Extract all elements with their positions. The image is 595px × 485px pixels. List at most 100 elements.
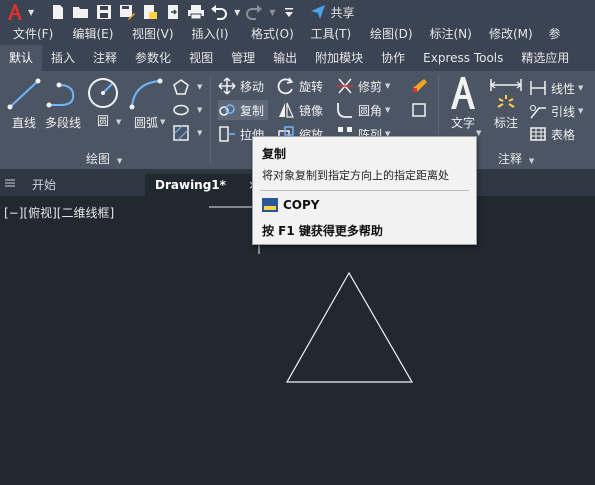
save-icon[interactable] bbox=[94, 2, 114, 22]
command-line-icon bbox=[262, 198, 278, 212]
autocad-logo-icon[interactable] bbox=[4, 2, 26, 22]
new-file-icon[interactable] bbox=[48, 2, 68, 22]
quick-access-toolbar: ▼ ▼ ▼ 共享 bbox=[0, 0, 595, 24]
draw-panel-title[interactable]: 绘图 ▼ bbox=[86, 151, 122, 167]
trim-icon bbox=[337, 78, 353, 94]
menu-format[interactable]: 格式(O) bbox=[238, 24, 298, 45]
customize-dropdown-icon[interactable] bbox=[279, 2, 299, 22]
tab-start[interactable]: 开始 bbox=[32, 174, 56, 196]
ribbon-tab-insert[interactable]: 插入 bbox=[42, 45, 84, 71]
ribbon-tab-view[interactable]: 视图 bbox=[180, 45, 222, 71]
open-folder-icon[interactable] bbox=[71, 2, 91, 22]
tab-drawing1[interactable]: Drawing1* × bbox=[145, 174, 269, 196]
menu-insert[interactable]: 插入(I) bbox=[179, 24, 239, 45]
menu-edit[interactable]: 编辑(E) bbox=[60, 24, 120, 45]
save-as-icon[interactable] bbox=[117, 2, 137, 22]
dimension-button[interactable]: 标注 bbox=[488, 77, 524, 131]
application-menu-dropdown-icon[interactable]: ▼ bbox=[28, 8, 34, 17]
arc-icon bbox=[129, 78, 163, 110]
leader-icon bbox=[530, 105, 546, 119]
share-button[interactable]: 共享 bbox=[310, 4, 354, 21]
menu-modify[interactable]: 修改(M) bbox=[476, 24, 536, 45]
menu-dimension[interactable]: 标注(N) bbox=[417, 24, 477, 45]
ribbon-tab-addins[interactable]: 附加模块 bbox=[306, 45, 372, 71]
ribbon-tab-home[interactable]: 默认 bbox=[0, 45, 43, 71]
trim-button[interactable]: 修剪 ▼ bbox=[336, 76, 390, 96]
polygon-dropdown-icon[interactable]: ▼ bbox=[197, 83, 202, 91]
redo-icon[interactable] bbox=[244, 2, 264, 22]
circle-icon bbox=[88, 78, 118, 108]
linear-dropdown-icon[interactable]: ▼ bbox=[578, 84, 583, 92]
menu-tools[interactable]: 工具(T) bbox=[298, 24, 358, 45]
menu-file[interactable]: 文件(F) bbox=[0, 24, 60, 45]
trim-dropdown-icon[interactable]: ▼ bbox=[385, 82, 390, 90]
linear-dimension-icon bbox=[530, 81, 546, 95]
leader-button[interactable]: 引线 ▼ bbox=[529, 101, 583, 121]
fillet-dropdown-icon[interactable]: ▼ bbox=[385, 106, 390, 114]
arc-dropdown-icon[interactable]: ▼ bbox=[160, 118, 165, 126]
export-icon[interactable] bbox=[163, 2, 183, 22]
undo-dropdown-icon[interactable]: ▼ bbox=[234, 8, 240, 17]
ellipse-dropdown-icon[interactable]: ▼ bbox=[197, 106, 202, 114]
explode-button[interactable] bbox=[410, 100, 432, 120]
rotate-icon bbox=[277, 77, 294, 95]
mirror-button[interactable]: 镜像 bbox=[277, 100, 323, 120]
draw-panel-dropdown-icon: ▼ bbox=[116, 157, 123, 165]
hatch-button[interactable]: ▼ bbox=[172, 123, 202, 143]
line-button[interactable]: 直线 bbox=[6, 77, 42, 131]
table-label: 表格 bbox=[551, 127, 576, 142]
mirror-icon bbox=[279, 102, 294, 118]
ribbon-tab-express-tools[interactable]: Express Tools bbox=[414, 45, 512, 71]
mirror-label: 镜像 bbox=[299, 103, 324, 118]
ribbon-tab-output[interactable]: 输出 bbox=[264, 45, 306, 71]
stretch-icon bbox=[219, 126, 235, 142]
ribbon-tab-collaborate[interactable]: 协作 bbox=[372, 45, 414, 71]
hatch-icon bbox=[173, 125, 189, 141]
menu-draw[interactable]: 绘图(D) bbox=[357, 24, 417, 45]
menu-parametric[interactable]: 参 bbox=[536, 24, 595, 45]
move-label: 移动 bbox=[240, 79, 265, 94]
circle-button[interactable]: 圆 bbox=[86, 75, 120, 129]
polyline-label: 多段线 bbox=[45, 116, 82, 130]
annotation-panel-dropdown-icon: ▼ bbox=[528, 157, 535, 165]
ribbon-tab-featured-apps[interactable]: 精选应用 bbox=[512, 45, 578, 71]
tooltip-command-name: COPY bbox=[283, 198, 320, 212]
circle-dropdown-icon[interactable]: ▼ bbox=[116, 118, 121, 126]
triangle-shape[interactable] bbox=[285, 271, 414, 383]
copy-button[interactable]: 复制 bbox=[218, 100, 269, 120]
draw-panel-label: 绘图 bbox=[86, 152, 111, 166]
panel-divider bbox=[210, 75, 211, 165]
undo-icon[interactable] bbox=[209, 2, 229, 22]
polygon-button[interactable]: ▼ bbox=[172, 77, 202, 97]
table-button[interactable]: 表格 bbox=[529, 124, 575, 144]
tooltip-help: 按 F1 键获得更多帮助 bbox=[262, 224, 383, 238]
ribbon-tab-manage[interactable]: 管理 bbox=[222, 45, 264, 71]
move-button[interactable]: 移动 bbox=[218, 76, 264, 96]
print-icon[interactable] bbox=[186, 2, 206, 22]
annotation-panel-title[interactable]: 注释 ▼ bbox=[498, 151, 534, 167]
erase-button[interactable] bbox=[410, 76, 432, 96]
fillet-icon bbox=[337, 103, 352, 118]
arc-button[interactable]: 圆弧 bbox=[128, 77, 164, 131]
hatch-dropdown-icon[interactable]: ▼ bbox=[197, 129, 202, 137]
linear-dimension-button[interactable]: 线性 ▼ bbox=[529, 78, 583, 98]
polyline-button[interactable]: 多段线 bbox=[45, 77, 81, 131]
text-button[interactable]: 文字 bbox=[446, 75, 480, 131]
menu-view[interactable]: 视图(V) bbox=[119, 24, 179, 45]
ribbon-tab-annotate[interactable]: 注释 bbox=[84, 45, 126, 71]
redo-dropdown-icon[interactable]: ▼ bbox=[269, 8, 275, 17]
fillet-button[interactable]: 圆角 ▼ bbox=[336, 100, 390, 120]
rotate-button[interactable]: 旋转 bbox=[277, 76, 323, 96]
move-icon bbox=[218, 77, 236, 95]
ellipse-button[interactable]: ▼ bbox=[172, 100, 202, 120]
open-sheet-icon[interactable] bbox=[140, 2, 160, 22]
tooltip-command: COPY bbox=[262, 198, 320, 212]
menu-bar: 文件(F) 编辑(E) 视图(V) 插入(I) 格式(O) 工具(T) 绘图(D… bbox=[0, 24, 595, 45]
ribbon-tab-parametric[interactable]: 参数化 bbox=[126, 45, 180, 71]
rotate-label: 旋转 bbox=[299, 79, 324, 94]
menu-icon[interactable] bbox=[4, 174, 16, 196]
ribbon-tabs: 默认 插入 注释 参数化 视图 管理 输出 附加模块 协作 Express To… bbox=[0, 45, 595, 71]
line-label: 直线 bbox=[11, 116, 36, 130]
leader-dropdown-icon[interactable]: ▼ bbox=[578, 107, 583, 115]
copy-tooltip: 复制 将对象复制到指定方向上的指定距离处 COPY 按 F1 键获得更多帮助 bbox=[252, 136, 477, 245]
